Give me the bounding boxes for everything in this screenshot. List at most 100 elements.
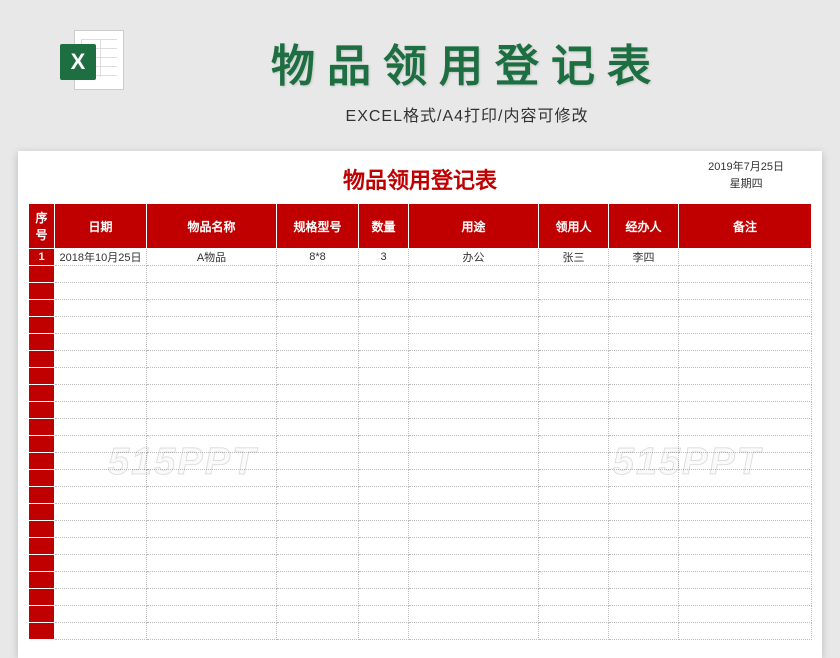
cell (539, 385, 609, 402)
row-index (29, 555, 55, 572)
cell (409, 317, 539, 334)
cell: 李四 (609, 249, 679, 266)
cell (409, 368, 539, 385)
cell (359, 266, 409, 283)
table-row (29, 589, 812, 606)
cell (539, 504, 609, 521)
cell (55, 589, 147, 606)
title-block: 物品领用登记表 EXCEL格式/A4打印/内容可修改 (154, 30, 780, 126)
row-index (29, 283, 55, 300)
row-index (29, 623, 55, 640)
cell (609, 300, 679, 317)
cell (277, 402, 359, 419)
row-index (29, 419, 55, 436)
cell (609, 368, 679, 385)
cell (147, 351, 277, 368)
cell (679, 249, 812, 266)
sheet-header: 物品领用登记表 2019年7月25日 星期四 (28, 161, 812, 197)
cell (609, 521, 679, 538)
cell: A物品 (147, 249, 277, 266)
cell (539, 453, 609, 470)
cell (679, 487, 812, 504)
table-row (29, 470, 812, 487)
excel-icon: X (60, 30, 124, 94)
cell (359, 470, 409, 487)
cell (679, 351, 812, 368)
cell (277, 521, 359, 538)
cell (55, 487, 147, 504)
cell (679, 623, 812, 640)
cell (55, 351, 147, 368)
cell (679, 436, 812, 453)
cell (55, 317, 147, 334)
cell (277, 317, 359, 334)
cell (409, 555, 539, 572)
cell (277, 368, 359, 385)
cell (277, 572, 359, 589)
table-row (29, 538, 812, 555)
cell (147, 521, 277, 538)
cell (55, 385, 147, 402)
cell (359, 368, 409, 385)
column-header: 序号 (29, 204, 55, 249)
cell (359, 351, 409, 368)
cell (147, 504, 277, 521)
row-index (29, 266, 55, 283)
cell (147, 453, 277, 470)
cell (409, 606, 539, 623)
cell (679, 504, 812, 521)
row-index (29, 606, 55, 623)
cell (409, 334, 539, 351)
cell (147, 419, 277, 436)
cell (359, 419, 409, 436)
row-index (29, 572, 55, 589)
cell (539, 334, 609, 351)
cell (55, 419, 147, 436)
cell (359, 572, 409, 589)
cell (359, 589, 409, 606)
table-row (29, 572, 812, 589)
cell (147, 300, 277, 317)
cell (609, 504, 679, 521)
cell (539, 555, 609, 572)
cell (409, 538, 539, 555)
cell (55, 572, 147, 589)
cell (277, 555, 359, 572)
cell (539, 351, 609, 368)
cell (359, 283, 409, 300)
table-row (29, 402, 812, 419)
table-row (29, 351, 812, 368)
cell (539, 402, 609, 419)
cell (147, 334, 277, 351)
cell (359, 606, 409, 623)
cell (609, 470, 679, 487)
cell (277, 589, 359, 606)
cell (539, 538, 609, 555)
cell (539, 589, 609, 606)
column-header: 物品名称 (147, 204, 277, 249)
column-header: 规格型号 (277, 204, 359, 249)
cell (409, 385, 539, 402)
cell (609, 317, 679, 334)
cell (679, 368, 812, 385)
cell (55, 453, 147, 470)
table-row (29, 385, 812, 402)
cell (609, 538, 679, 555)
table-row (29, 300, 812, 317)
cell (147, 538, 277, 555)
cell (409, 402, 539, 419)
cell (55, 283, 147, 300)
cell (679, 300, 812, 317)
cell (409, 623, 539, 640)
cell (679, 470, 812, 487)
table-row (29, 487, 812, 504)
cell (147, 487, 277, 504)
cell (539, 521, 609, 538)
cell (147, 589, 277, 606)
cell (359, 623, 409, 640)
cell (609, 334, 679, 351)
cell (679, 521, 812, 538)
cell: 张三 (539, 249, 609, 266)
cell (409, 283, 539, 300)
column-header: 备注 (679, 204, 812, 249)
